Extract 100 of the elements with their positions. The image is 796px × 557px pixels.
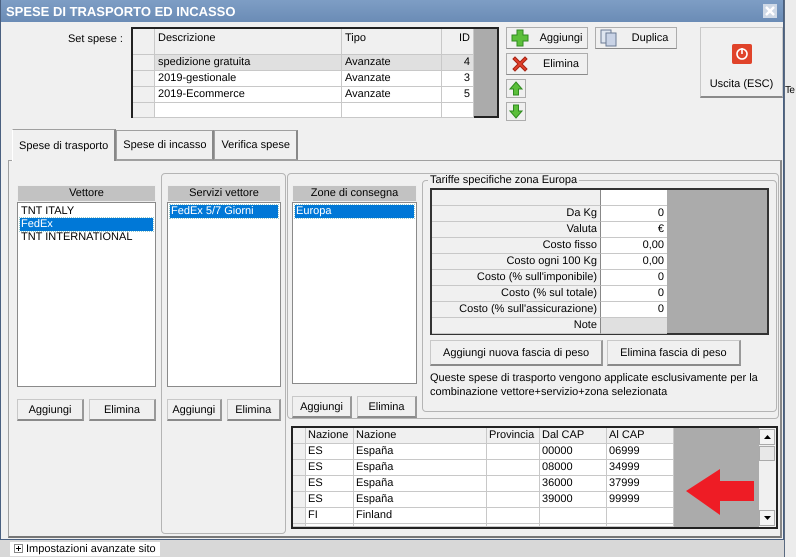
column-header: Descrizione — [155, 29, 342, 55]
table-cell: 06999 — [607, 444, 674, 460]
row-header[interactable] — [293, 508, 306, 524]
row-header[interactable] — [133, 71, 155, 87]
table-cell: 00000 — [540, 444, 607, 460]
table-cell: España — [354, 492, 487, 508]
row-header[interactable] — [293, 460, 306, 476]
table-cell: España — [354, 444, 487, 460]
table-cell: Finland — [354, 508, 487, 524]
row-label: Costo fisso — [432, 238, 601, 254]
delete-button[interactable]: Elimina — [506, 53, 588, 75]
delete-button[interactable]: Elimina — [89, 399, 156, 421]
table-cell: 2019-Ecommerce — [155, 87, 342, 103]
tab[interactable]: Verifica spese — [214, 130, 298, 160]
down-triangle-icon — [764, 516, 770, 520]
table-cell: Avanzate — [342, 55, 442, 71]
scroll-thumb[interactable] — [759, 446, 775, 461]
table-cell: ES — [306, 444, 354, 460]
table-cell: 3 — [442, 71, 474, 87]
exit-button[interactable]: Uscita (ESC) — [700, 27, 783, 98]
info-text: Queste spese di trasporto vengono applicate esclusivamente per la combinazione vettore+servizio+zona selezionata — [430, 371, 759, 399]
row-header[interactable] — [293, 492, 306, 508]
list-item[interactable]: TNT INTERNATIONAL — [20, 231, 153, 244]
row-header[interactable] — [133, 55, 155, 71]
column-header: Dal CAP — [540, 428, 607, 444]
table-cell[interactable]: 0 — [601, 286, 667, 302]
up-arrow-icon — [509, 81, 523, 96]
add-button[interactable]: Aggiungi — [167, 399, 222, 421]
table-cell: 39000 — [540, 492, 607, 508]
row-header[interactable] — [133, 103, 155, 118]
column-header: Nazione — [354, 428, 487, 444]
row-header[interactable] — [133, 87, 155, 103]
table-cell: Avanzate — [342, 71, 442, 87]
list-box[interactable]: FedEx 5/7 Giorni — [167, 202, 281, 387]
plus-icon — [511, 29, 529, 47]
window-title: SPESE DI TRASPORTO ED INCASSO — [6, 4, 236, 18]
row-label: Costo (% sull'assicurazione) — [432, 302, 601, 318]
expand-icon[interactable] — [14, 544, 23, 553]
scroll-down-button[interactable] — [759, 510, 775, 526]
list-item[interactable]: FedEx 5/7 Giorni — [170, 205, 278, 218]
table-cell[interactable]: 0 — [601, 270, 667, 286]
corner-cell — [133, 29, 155, 55]
column-header: Nazione — [306, 428, 354, 444]
power-icon — [732, 44, 752, 64]
list-item[interactable]: Europa — [295, 205, 414, 218]
table-cell[interactable]: 0,00 — [601, 238, 667, 254]
table-cell[interactable]: 0,00 — [601, 254, 667, 270]
left-arrow-icon — [686, 469, 754, 515]
table-cell: 99999 — [607, 492, 674, 508]
group-title: Tariffe specifiche zona Europa — [429, 174, 578, 186]
table-cell: 36000 — [540, 476, 607, 492]
add-button[interactable]: Aggiungi — [17, 399, 84, 421]
tab[interactable]: Spese di trasporto — [12, 129, 116, 161]
close-button[interactable] — [763, 4, 777, 18]
table-cell: Avanzate — [342, 87, 442, 103]
add-button[interactable]: Aggiungi — [292, 396, 352, 418]
table-cell[interactable]: € — [601, 222, 667, 238]
delete-button[interactable]: Elimina — [357, 396, 417, 418]
up-triangle-icon — [764, 435, 770, 439]
duplicate-button[interactable]: Duplica — [595, 27, 677, 49]
row-header[interactable] — [293, 476, 306, 492]
corner-cell — [293, 428, 306, 444]
table-cell[interactable]: 0 — [601, 302, 667, 318]
row-label: Costo (% sull'imponibile) — [432, 270, 601, 286]
zone-grid[interactable]: Nazione Nazione Provincia Dal CAP Al CAP ES España 00000 06999 ES España 08000 34999 ES España 36000 37999 ES España 39000 99999 FI Finland — [291, 426, 778, 529]
tab[interactable]: Spese di incasso — [116, 130, 214, 160]
table-cell: ES — [306, 492, 354, 508]
table-cell: España — [354, 476, 487, 492]
row-label: Note — [432, 318, 601, 334]
table-cell: 08000 — [540, 460, 607, 476]
column-header: Provincia — [487, 428, 540, 444]
list-item[interactable]: TNT ITALY — [20, 205, 153, 218]
row-header[interactable] — [293, 524, 306, 527]
move-up-button[interactable] — [506, 79, 526, 98]
table-cell[interactable]: 0 — [601, 206, 667, 222]
scroll-up-button[interactable] — [759, 429, 775, 445]
row-header[interactable] — [293, 444, 306, 460]
row-label: Costo ogni 100 Kg — [432, 254, 601, 270]
table-cell: spedizione gratuita — [155, 55, 342, 71]
add-button[interactable]: Aggiungi — [506, 27, 588, 49]
cross-icon — [511, 55, 529, 73]
delete-button[interactable]: Elimina — [226, 399, 281, 421]
row-label: Costo (% sul totale) — [432, 286, 601, 302]
table-cell: 4 — [442, 55, 474, 71]
data-grid[interactable]: Descrizione Tipo ID spedizione gratuita Avanzate 4 2019-gestionale Avanzate 3 2019-Ecommerce Avanzate 5 — [131, 27, 499, 118]
field-label: Set spese : — [66, 33, 123, 47]
table-cell: FI — [306, 508, 354, 524]
add-weight-band-button[interactable]: Aggiungi nuova fascia di peso — [430, 340, 604, 366]
rates-grid[interactable]: Da Kg 0 Valuta € Costo fisso 0,00 Costo ogni 100 Kg 0,00 Costo (% sull'imponibile) 0 Costo (% sul totale) 0 Costo (% sull'assicurazione) 0 Note — [430, 188, 769, 335]
list-box[interactable]: TNT ITALY FedEx TNT INTERNATIONAL — [17, 202, 156, 387]
list-box[interactable]: Europa — [292, 202, 417, 384]
table-cell: ES — [306, 460, 354, 476]
background-text: Te — [785, 85, 794, 96]
table-cell: España — [354, 460, 487, 476]
delete-weight-band-button[interactable]: Elimina fascia di peso — [607, 340, 741, 366]
copy-icon — [600, 29, 618, 47]
move-down-button[interactable] — [506, 102, 526, 121]
column-header: Al CAP — [607, 428, 674, 444]
list-item[interactable]: FedEx — [20, 218, 153, 231]
row-label: Da Kg — [432, 206, 601, 222]
